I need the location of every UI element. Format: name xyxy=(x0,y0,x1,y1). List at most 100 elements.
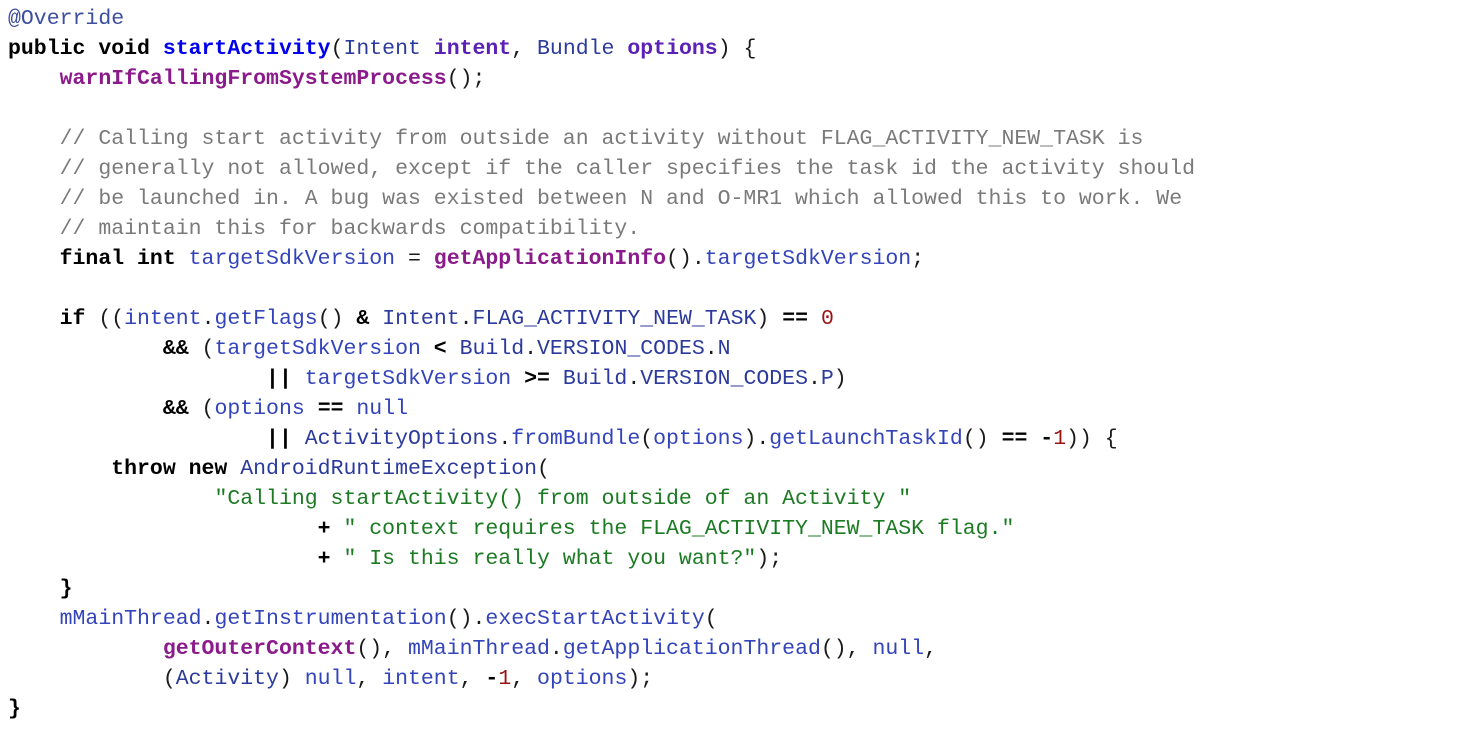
code-token-punct: (); xyxy=(446,67,486,91)
code-line: } xyxy=(8,694,1195,724)
code-token-punct xyxy=(550,367,563,391)
code-token-ident: intent xyxy=(382,667,460,691)
code-line: (Activity) null, intent, -1, options); xyxy=(8,664,1195,694)
code-token-keyword: & xyxy=(356,307,370,331)
code-token-punct: . xyxy=(704,337,718,361)
code-token-keyword: } xyxy=(8,697,21,721)
code-token-annot: @ xyxy=(8,7,21,31)
code-token-number: 1 xyxy=(1053,427,1067,451)
code-line: @Override xyxy=(8,4,1195,34)
code-token-method: startActivity xyxy=(162,37,331,61)
code-token-punct: ( xyxy=(188,397,215,421)
code-token-punct: () xyxy=(962,427,1002,451)
code-token-string: " Is this really what you want?" xyxy=(343,547,757,571)
code-token-punct: (). xyxy=(666,247,705,271)
code-token-ident: execStartActivity xyxy=(485,607,705,631)
code-token-punct: ); xyxy=(756,547,783,571)
code-token-punct: (). xyxy=(446,607,486,631)
code-token-keyword: < xyxy=(433,337,447,361)
code-line: && (targetSdkVersion < Build.VERSION_COD… xyxy=(8,334,1195,364)
code-token-ident: null xyxy=(304,667,357,691)
code-token-punct: ( xyxy=(188,337,215,361)
code-line: // Calling start activity from outside a… xyxy=(8,124,1195,154)
code-line: || ActivityOptions.fromBundle(options).g… xyxy=(8,424,1195,454)
code-line: } xyxy=(8,574,1195,604)
code-line: warnIfCallingFromSystemProcess(); xyxy=(8,64,1195,94)
code-token-comment: // maintain this for backwards compatibi… xyxy=(59,217,641,241)
code-token-punct xyxy=(331,547,344,571)
code-token-punct: , xyxy=(511,667,538,691)
code-token-ident: targetSdkVersion xyxy=(214,337,421,361)
code-token-string: "Calling startActivity() from outside of… xyxy=(214,487,912,511)
code-block[interactable]: @Override public void startActivity(Inten… xyxy=(8,4,1195,724)
code-token-const: VERSION_CODES xyxy=(640,367,808,391)
code-token-ident: mMainThread xyxy=(407,637,550,661)
code-token-punct: . xyxy=(201,607,215,631)
code-token-punct: . xyxy=(498,427,512,451)
code-token-ident: getApplicationThread xyxy=(562,637,821,661)
code-token-punct: . xyxy=(807,367,821,391)
code-line: && (options == null xyxy=(8,394,1195,424)
code-token-param: options xyxy=(627,37,718,61)
code-token-punct xyxy=(305,397,318,421)
code-token-punct xyxy=(808,307,821,331)
code-token-ident: options xyxy=(537,667,628,691)
code-line: throw new AndroidRuntimeException( xyxy=(8,454,1195,484)
code-token-keyword: final int xyxy=(59,247,189,271)
code-token-punct: (), xyxy=(356,637,408,661)
code-token-type: Bundle xyxy=(537,37,628,61)
code-token-punct: ) xyxy=(833,367,847,391)
code-token-const: P xyxy=(820,367,834,391)
code-token-punct: ( xyxy=(162,667,176,691)
code-token-number: 1 xyxy=(498,667,512,691)
code-token-punct: ( xyxy=(640,427,654,451)
code-token-const: FLAG_ACTIVITY_NEW_TASK xyxy=(472,307,757,331)
code-token-keyword: - xyxy=(1027,427,1054,451)
code-line: getOuterContext(), mMainThread.getApplic… xyxy=(8,634,1195,664)
code-token-ident: targetSdkVersion xyxy=(188,247,396,271)
code-token-keyword: throw new xyxy=(111,457,241,481)
code-token-keyword: public void xyxy=(8,37,163,61)
code-token-ident: null xyxy=(356,397,409,421)
code-token-punct: , xyxy=(511,37,538,61)
code-token-string: " context requires the FLAG_ACTIVITY_NEW… xyxy=(343,517,1015,541)
code-token-type: AndroidRuntimeException xyxy=(240,457,537,481)
code-token-punct: = xyxy=(395,247,434,271)
code-token-comment: // Calling start activity from outside a… xyxy=(59,127,1144,151)
code-token-punct: . xyxy=(459,307,473,331)
code-token-punct: . xyxy=(524,337,538,361)
code-line: + " context requires the FLAG_ACTIVITY_N… xyxy=(8,514,1195,544)
code-token-ident: options xyxy=(214,397,305,421)
code-line: // be launched in. A bug was existed bet… xyxy=(8,184,1195,214)
code-token-keyword: + xyxy=(317,517,331,541)
code-token-call: getApplicationInfo xyxy=(433,247,667,271)
code-token-type: Activity xyxy=(175,667,279,691)
code-token-punct: (( xyxy=(98,307,125,331)
code-token-punct: ( xyxy=(704,607,718,631)
code-token-const: VERSION_CODES xyxy=(537,337,705,361)
code-token-punct: ) xyxy=(278,667,305,691)
code-token-punct: , xyxy=(924,637,937,661)
code-token-keyword: == xyxy=(317,397,344,421)
code-token-punct: . xyxy=(201,307,215,331)
code-line: // generally not allowed, except if the … xyxy=(8,154,1195,184)
code-token-ident: getInstrumentation xyxy=(214,607,447,631)
code-token-punct xyxy=(421,337,434,361)
code-token-punct: () xyxy=(317,307,357,331)
code-token-punct: ; xyxy=(911,247,925,271)
code-token-punct: ); xyxy=(627,667,654,691)
code-token-const: N xyxy=(717,337,731,361)
code-token-punct xyxy=(292,367,305,391)
code-token-punct: . xyxy=(549,637,563,661)
code-token-ident: null xyxy=(872,637,925,661)
code-token-punct: ) { xyxy=(717,37,757,61)
